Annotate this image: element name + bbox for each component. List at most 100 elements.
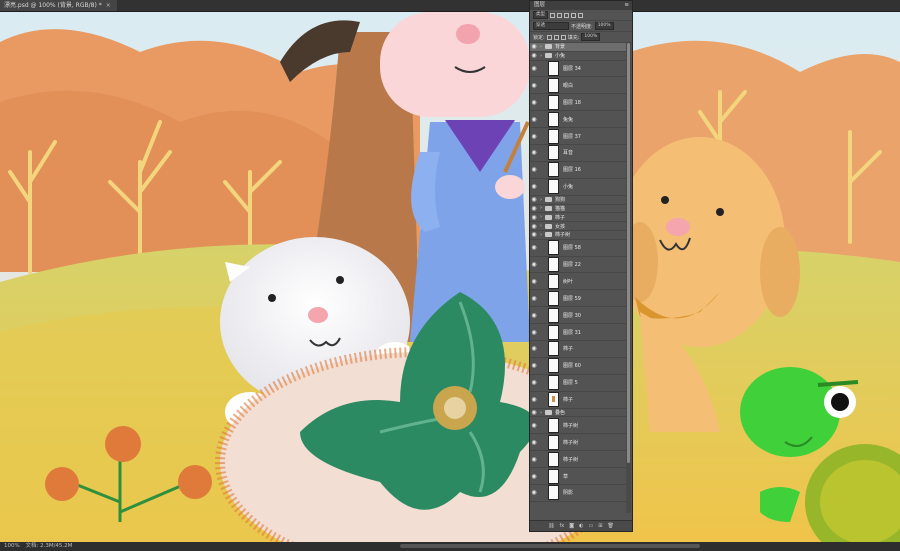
eye-icon[interactable]: ◉	[530, 312, 538, 319]
type-filter-icon[interactable]	[564, 12, 569, 18]
layer-group-row[interactable]: ◉ › 背景	[530, 43, 626, 52]
layer-row[interactable]: ◉ 图层 37	[530, 128, 626, 146]
layer-row[interactable]: ◉ 图层 30	[530, 307, 626, 325]
layer-row[interactable]: ◉ 柿子树	[530, 434, 626, 452]
eye-icon[interactable]: ◉	[530, 214, 538, 221]
document-tab-bar: 漂亮.psd @ 100% (背景, RGB/8) * ×	[0, 0, 900, 12]
eye-icon[interactable]: ◉	[530, 489, 538, 496]
eye-icon[interactable]: ◉	[530, 439, 538, 446]
layer-group-row[interactable]: ◉ › 女孩	[530, 222, 626, 231]
eye-icon[interactable]: ◉	[530, 261, 538, 268]
layer-thumbnail	[548, 341, 559, 357]
layer-thumbnail	[548, 240, 559, 256]
eye-icon[interactable]: ◉	[530, 65, 538, 72]
eye-icon[interactable]: ◉	[530, 223, 538, 230]
eye-icon[interactable]: ◉	[530, 43, 538, 50]
zoom-level[interactable]: 100%	[4, 543, 20, 549]
fill-input[interactable]: 100%	[581, 33, 601, 41]
mask-icon[interactable]: ◙	[569, 523, 574, 529]
layer-row[interactable]: ◉ 柿子树	[530, 417, 626, 435]
eye-icon[interactable]: ◉	[530, 205, 538, 212]
eye-icon[interactable]: ◉	[530, 409, 538, 416]
layer-row[interactable]: ◉ 耳音	[530, 145, 626, 162]
layer-row[interactable]: ◉ 兔兔	[530, 111, 626, 129]
eye-icon[interactable]: ◉	[530, 116, 538, 123]
layer-row[interactable]: ◉ 阴影	[530, 485, 626, 502]
shape-filter-icon[interactable]	[571, 12, 576, 18]
eye-icon[interactable]: ◉	[530, 99, 538, 106]
eye-icon[interactable]: ◉	[530, 52, 538, 59]
link-icon[interactable]: ⛓	[548, 523, 554, 529]
layer-thumbnail	[548, 257, 559, 273]
scrollbar-thumb[interactable]	[627, 43, 630, 463]
layer-thumbnail	[548, 128, 559, 144]
filter-kind-select[interactable]: 类型	[533, 11, 548, 19]
layer-row[interactable]: ◉ 树叶	[530, 273, 626, 291]
image-filter-icon[interactable]	[550, 12, 555, 18]
layer-thumbnail	[548, 375, 559, 391]
panel-menu-icon[interactable]: ≡	[624, 1, 629, 10]
layer-row[interactable]: ◉ 图层 31	[530, 324, 626, 342]
eye-icon[interactable]: ◉	[530, 244, 538, 251]
layer-row[interactable]: ◉ 图层 22	[530, 257, 626, 274]
layer-row[interactable]: ◉ 图层 5	[530, 375, 626, 392]
layer-row[interactable]: ◉ 柿子	[530, 341, 626, 358]
horizontal-scrollbar[interactable]	[400, 544, 700, 548]
layer-row[interactable]: ◉ 柿子树	[530, 451, 626, 469]
eye-icon[interactable]: ◉	[530, 473, 538, 480]
eye-icon[interactable]: ◉	[530, 133, 538, 140]
lock-all-icon[interactable]	[560, 34, 566, 40]
smart-filter-icon[interactable]	[578, 12, 583, 18]
opacity-input[interactable]: 100%	[594, 22, 614, 30]
new-layer-icon[interactable]: ⊞	[598, 523, 602, 529]
layer-group-row[interactable]: ◉ › 柿子	[530, 213, 626, 223]
layer-group-row[interactable]: ◉ › 猫猫	[530, 205, 626, 214]
layer-group-row[interactable]: ◉ › 柿子树	[530, 231, 626, 240]
layer-row[interactable]: ◉ 图层 18	[530, 94, 626, 112]
layer-row[interactable]: ◉ 图层 60	[530, 358, 626, 375]
layer-thumbnail	[548, 179, 559, 195]
document-tab-title: 漂亮.psd @ 100% (背景, RGB/8) *	[4, 2, 102, 9]
layer-thumbnail	[548, 434, 559, 450]
eye-icon[interactable]: ◉	[530, 231, 538, 238]
adjust-filter-icon[interactable]	[557, 12, 562, 18]
eye-icon[interactable]: ◉	[530, 329, 538, 336]
lock-position-icon[interactable]	[553, 34, 559, 40]
layer-group-row[interactable]: ◉ › 叠色	[530, 409, 626, 418]
folder-icon[interactable]: ▭	[589, 523, 594, 529]
eye-icon[interactable]: ◉	[530, 82, 538, 89]
layer-row[interactable]: ◉ 图层 34	[530, 61, 626, 78]
eye-icon[interactable]: ◉	[530, 149, 538, 156]
eye-icon[interactable]: ◉	[530, 278, 538, 285]
layer-row[interactable]: ◉ 图层 58	[530, 240, 626, 257]
document-tab[interactable]: 漂亮.psd @ 100% (背景, RGB/8) * ×	[0, 0, 117, 11]
layers-scrollbar[interactable]	[626, 43, 631, 513]
layer-group-row[interactable]: ◉ › 小兔	[530, 52, 626, 61]
eye-icon[interactable]: ◉	[530, 183, 538, 190]
eye-icon[interactable]: ◉	[530, 396, 538, 403]
eye-icon[interactable]: ◉	[530, 362, 538, 369]
eye-icon[interactable]: ◉	[530, 295, 538, 302]
lock-pixels-icon[interactable]	[546, 34, 552, 40]
blend-mode-select[interactable]: 穿透	[533, 22, 569, 30]
layer-row[interactable]: ◉ 眼白	[530, 77, 626, 95]
eye-icon[interactable]: ◉	[530, 166, 538, 173]
trash-icon[interactable]: 🗑	[607, 523, 613, 529]
eye-icon[interactable]: ◉	[530, 379, 538, 386]
eye-icon[interactable]: ◉	[530, 422, 538, 429]
layer-row[interactable]: ◉ 图层 16	[530, 162, 626, 179]
close-icon[interactable]: ×	[106, 2, 111, 9]
canvas-artwork[interactable]	[0, 12, 900, 542]
eye-icon[interactable]: ◉	[530, 345, 538, 352]
layer-row[interactable]: ◉ 柿子	[530, 392, 626, 409]
eye-icon[interactable]: ◉	[530, 456, 538, 463]
layer-group-row[interactable]: ◉ › 狗狗	[530, 196, 626, 205]
layer-row[interactable]: ◉ 小兔	[530, 179, 626, 196]
layer-name: 柿子	[563, 397, 574, 404]
layer-row[interactable]: ◉ 草	[530, 468, 626, 485]
eye-icon[interactable]: ◉	[530, 196, 538, 203]
layer-row[interactable]: ◉ 图层 59	[530, 290, 626, 308]
adjustment-icon[interactable]: ◐	[579, 523, 583, 529]
layer-name: 图层 60	[563, 363, 581, 370]
fx-icon[interactable]: fx	[560, 523, 565, 529]
